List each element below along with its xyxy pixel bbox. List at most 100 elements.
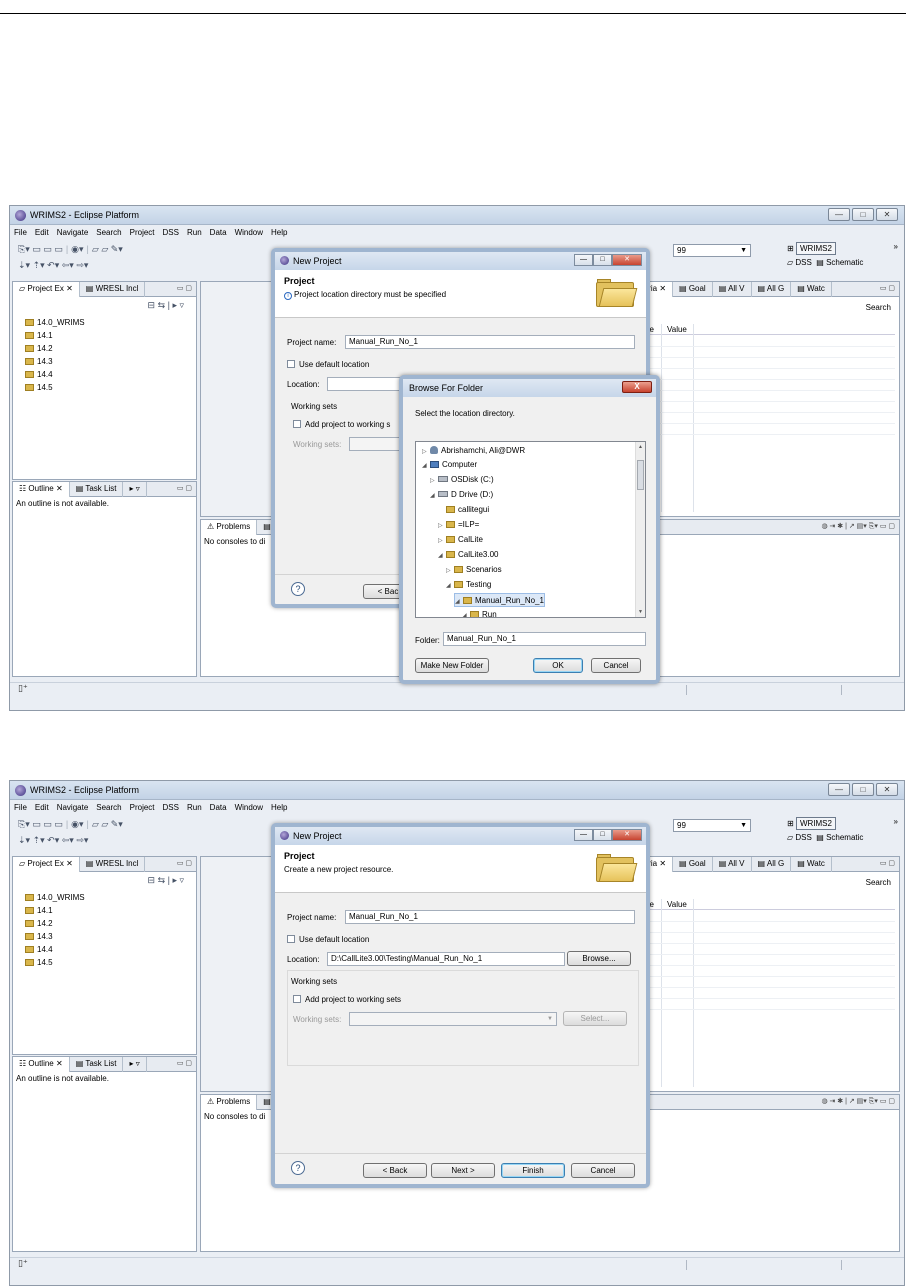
- tab-outline[interactable]: ☷ Outline ✕: [13, 482, 70, 497]
- menu-edit[interactable]: Edit: [35, 801, 49, 814]
- tab-wresl-include[interactable]: ▤ WRESL Incl: [80, 857, 146, 872]
- tab-all-variables[interactable]: ▤ All V: [713, 282, 752, 297]
- tree-item[interactable]: ◢ D Drive (D:): [430, 488, 493, 502]
- view-menu-icon[interactable]: ▸ ▿: [123, 482, 147, 497]
- schematic-perspective[interactable]: ▤ Schematic: [816, 833, 863, 842]
- collapse-link-icons[interactable]: ⊟ ⇆ | ▸ ▿: [148, 875, 184, 886]
- run-icon[interactable]: ◉▾: [71, 819, 83, 829]
- close-button[interactable]: ✕: [876, 208, 898, 221]
- cancel-button[interactable]: Cancel: [571, 1163, 635, 1178]
- project-item[interactable]: 14.2: [25, 917, 85, 930]
- dss-perspective[interactable]: ▱ DSS: [787, 258, 812, 267]
- close-button[interactable]: ✕: [876, 783, 898, 796]
- add-to-working-sets-checkbox[interactable]: Add project to working sets: [293, 995, 401, 1004]
- tree-item[interactable]: ◢ Testing: [446, 578, 491, 592]
- minimize-button[interactable]: —: [828, 783, 850, 796]
- project-item[interactable]: 14.5: [25, 381, 85, 394]
- combo-99[interactable]: 99 ▼: [673, 244, 751, 257]
- open-folder-icon[interactable]: ▱: [92, 244, 99, 254]
- next-annotation-icon[interactable]: ⇣▾: [18, 260, 30, 270]
- forward-icon[interactable]: ⇨▾: [76, 260, 88, 270]
- tab-problems[interactable]: ⚠ Problems: [201, 520, 258, 535]
- close-button[interactable]: ✕: [612, 254, 642, 266]
- menu-data[interactable]: Data: [210, 226, 227, 239]
- minimize-button[interactable]: —: [574, 254, 593, 266]
- menu-file[interactable]: File: [14, 226, 27, 239]
- save-all-icon[interactable]: ▭: [43, 819, 52, 829]
- menu-project[interactable]: Project: [130, 801, 155, 814]
- run-icon[interactable]: ◉▾: [71, 244, 83, 254]
- menu-project[interactable]: Project: [130, 226, 155, 239]
- tree-item[interactable]: ◢ Computer: [422, 458, 477, 472]
- view-minmax-controls[interactable]: ▭ ▢: [177, 484, 192, 492]
- forward-icon[interactable]: ⇨▾: [76, 835, 88, 845]
- tab-all-variables[interactable]: ▤ All V: [713, 857, 752, 872]
- tab-watch[interactable]: ▤ Watc: [791, 857, 832, 872]
- prev-annotation-icon[interactable]: ⇡▾: [33, 260, 45, 270]
- finish-button[interactable]: Finish: [501, 1163, 565, 1178]
- tab-watch[interactable]: ▤ Watc: [791, 282, 832, 297]
- menu-help[interactable]: Help: [271, 226, 287, 239]
- open-perspective-icon[interactable]: ⊞: [787, 819, 794, 828]
- view-minmax-controls[interactable]: ▭ ▢: [880, 284, 895, 292]
- project-item[interactable]: 14.1: [25, 904, 85, 917]
- tree-item[interactable]: ▷ Scenarios: [446, 563, 502, 577]
- project-item[interactable]: 14.4: [25, 943, 85, 956]
- minimize-button[interactable]: —: [828, 208, 850, 221]
- cancel-button[interactable]: Cancel: [591, 658, 641, 673]
- project-item[interactable]: 14.5: [25, 956, 85, 969]
- view-minmax-controls[interactable]: ▭ ▢: [177, 1059, 192, 1067]
- view-minmax-controls[interactable]: ▭ ▢: [880, 859, 895, 867]
- tab-wresl-include[interactable]: ▤ WRESL Incl: [80, 282, 146, 297]
- menu-navigate[interactable]: Navigate: [57, 801, 89, 814]
- project-name-input[interactable]: Manual_Run_No_1: [345, 335, 635, 349]
- save-all-icon[interactable]: ▭: [43, 244, 52, 254]
- view-menu-icon[interactable]: ▸ ▿: [123, 1057, 147, 1072]
- tab-project-explorer[interactable]: ▱ Project Ex ✕: [13, 282, 80, 297]
- tab-all-goals[interactable]: ▤ All G: [752, 857, 792, 872]
- tree-item[interactable]: ▷ CalLite: [438, 533, 483, 547]
- print-icon[interactable]: ▭: [54, 244, 63, 254]
- menu-search[interactable]: Search: [96, 801, 121, 814]
- tree-item[interactable]: ▷ Abrishamchi, Ali@DWR: [422, 444, 525, 458]
- project-item[interactable]: 14.3: [25, 355, 85, 368]
- tab-task-list[interactable]: ▤ Task List: [70, 482, 124, 497]
- tab-outline[interactable]: ☷ Outline ✕: [13, 1057, 70, 1072]
- open-project-icon[interactable]: ▱: [101, 244, 108, 254]
- maximize-button[interactable]: □: [593, 829, 612, 841]
- perspective-wrims2[interactable]: WRIMS2: [795, 242, 836, 255]
- project-item[interactable]: 14.3: [25, 930, 85, 943]
- ok-button[interactable]: OK: [533, 658, 583, 673]
- menu-search[interactable]: Search: [96, 226, 121, 239]
- fast-view-icon[interactable]: ▯⁺: [18, 683, 28, 693]
- console-toolbar-icons[interactable]: ◍ ⇥ ✱ | ↗ ▤▾ ⎘▾ ▭ ▢: [821, 1097, 895, 1106]
- project-item[interactable]: 14.1: [25, 329, 85, 342]
- prev-annotation-icon[interactable]: ⇡▾: [33, 835, 45, 845]
- back-icon[interactable]: ⇦▾: [62, 835, 74, 845]
- search-label[interactable]: Search: [866, 303, 891, 312]
- next-annotation-icon[interactable]: ⇣▾: [18, 835, 30, 845]
- project-name-input[interactable]: Manual_Run_No_1: [345, 910, 635, 924]
- project-item[interactable]: 14.4: [25, 368, 85, 381]
- help-icon[interactable]: ?: [291, 582, 305, 596]
- use-default-checkbox[interactable]: Use default location: [287, 935, 369, 944]
- minimize-button[interactable]: —: [574, 829, 593, 841]
- new-icon[interactable]: ⎘▾: [18, 819, 30, 829]
- open-project-icon[interactable]: ▱: [101, 819, 108, 829]
- fast-view-icon[interactable]: ▯⁺: [18, 1258, 28, 1268]
- browse-button[interactable]: Browse...: [567, 951, 631, 966]
- location-input[interactable]: D:\CallLite3.00\Testing\Manual_Run_No_1: [327, 952, 565, 966]
- perspective-wrims2[interactable]: WRIMS2: [795, 817, 836, 830]
- tree-item[interactable]: ▷ OSDisk (C:): [430, 473, 494, 487]
- make-new-folder-button[interactable]: Make New Folder: [415, 658, 489, 673]
- toolbar-chevron[interactable]: »: [894, 242, 898, 251]
- working-sets-combo[interactable]: ▼: [349, 1012, 557, 1026]
- tab-project-explorer[interactable]: ▱ Project Ex ✕: [13, 857, 80, 872]
- search-label[interactable]: Search: [866, 878, 891, 887]
- menu-file[interactable]: File: [14, 801, 27, 814]
- tree-item[interactable]: ◢ CalLite3.00: [438, 548, 498, 562]
- open-folder-icon[interactable]: ▱: [92, 819, 99, 829]
- project-item[interactable]: 14.2: [25, 342, 85, 355]
- tab-goal[interactable]: ▤ Goal: [673, 282, 713, 297]
- wand-icon[interactable]: ✎▾: [111, 819, 123, 829]
